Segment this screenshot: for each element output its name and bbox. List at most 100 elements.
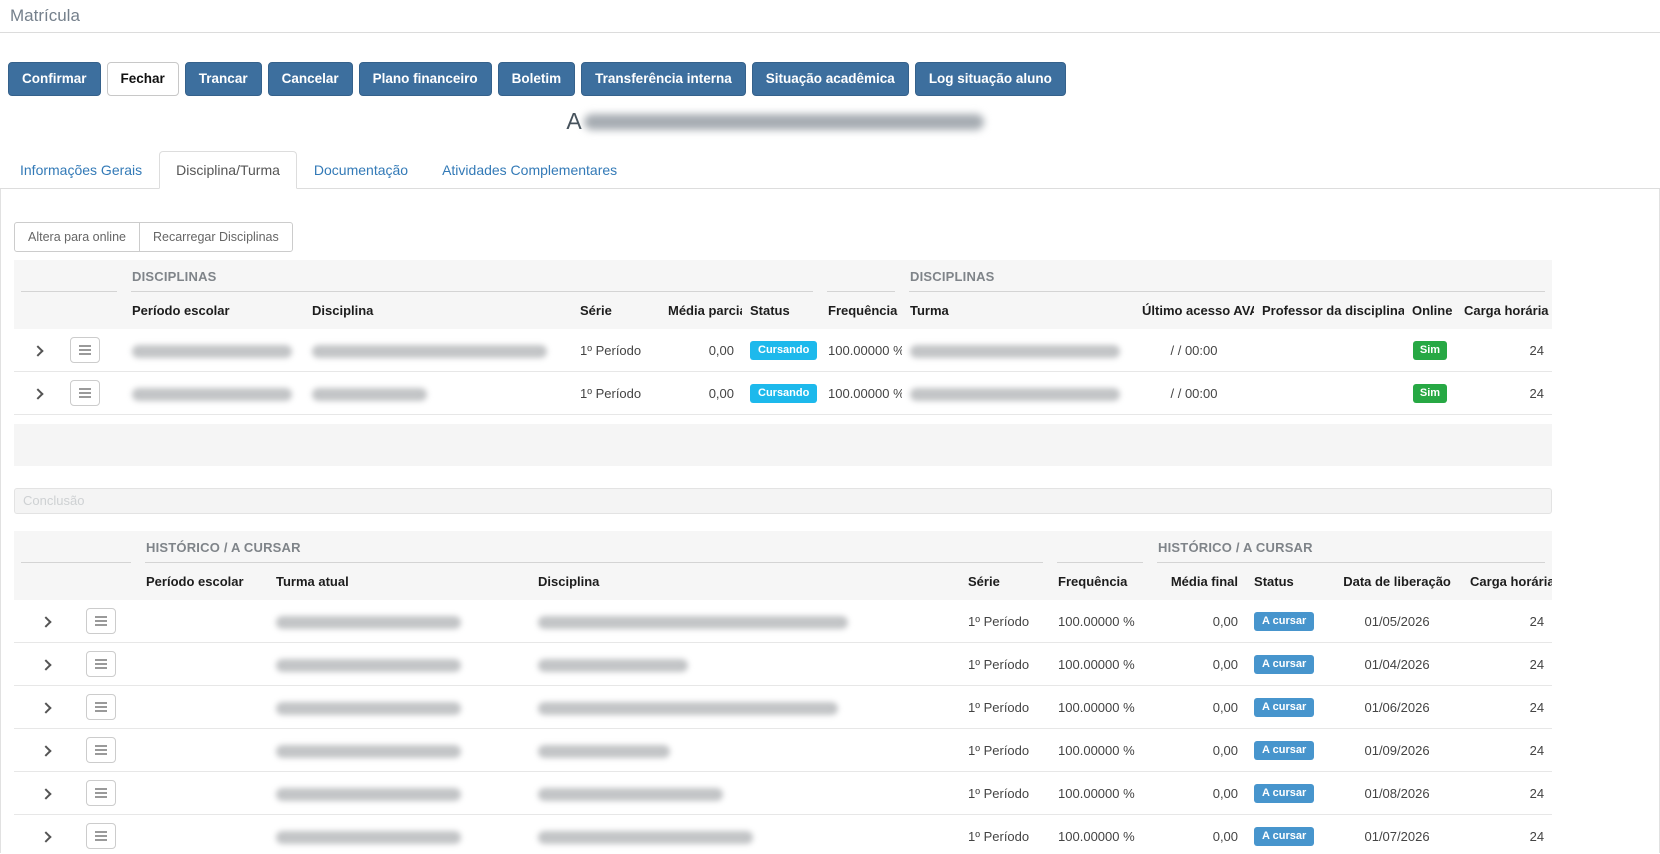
- cell-carga-horaria: 24: [1462, 815, 1552, 853]
- cell-serie: 1º Período: [572, 372, 660, 415]
- hamburger-icon: [95, 659, 107, 669]
- expand-row-icon[interactable]: [40, 616, 51, 627]
- fechar-button[interactable]: Fechar: [107, 62, 179, 96]
- column-header-carga-horaria[interactable]: Carga horária: [1462, 563, 1552, 600]
- situacao-academica-button[interactable]: Situação acadêmica: [752, 62, 909, 96]
- column-header-frequencia[interactable]: Frequência: [1050, 563, 1150, 600]
- cell-carga-horaria: 24: [1456, 372, 1552, 415]
- expand-row-icon[interactable]: [40, 788, 51, 799]
- expand-row-icon[interactable]: [32, 388, 43, 399]
- confirmar-button[interactable]: Confirmar: [8, 62, 101, 96]
- cell-periodo-escolar: [138, 600, 268, 643]
- cell-data-de-liberacao: 01/06/2026: [1332, 686, 1462, 729]
- boletim-button[interactable]: Boletim: [498, 62, 576, 96]
- row-menu-button[interactable]: [86, 737, 116, 763]
- row-menu-button[interactable]: [86, 823, 116, 849]
- column-header-media-parcial[interactable]: Média parcial: [660, 292, 742, 329]
- column-header-disciplina[interactable]: Disciplina: [530, 563, 960, 600]
- expand-row-icon[interactable]: [40, 831, 51, 842]
- expand-row-icon[interactable]: [40, 702, 51, 713]
- status-badge: Cursando: [750, 341, 817, 360]
- redacted-disciplina: [538, 788, 723, 801]
- cell-data-de-liberacao: 01/08/2026: [1332, 772, 1462, 815]
- column-header-frequencia[interactable]: Frequência: [820, 292, 902, 329]
- expand-row-icon[interactable]: [40, 659, 51, 670]
- disciplina-row: 1º Período0,00Cursando100.00000 %/ / 00:…: [14, 372, 1552, 415]
- recarregar-disciplinas-button[interactable]: Recarregar Disciplinas: [139, 222, 293, 252]
- column-header-turma[interactable]: Turma: [902, 292, 1134, 329]
- cell-serie: 1º Período: [960, 772, 1050, 815]
- hamburger-icon: [79, 388, 91, 398]
- student-name: A: [0, 108, 1660, 138]
- column-header-status[interactable]: Status: [742, 292, 820, 329]
- historico-group-header-left: HISTÓRICO / A CURSAR: [138, 531, 1050, 563]
- historico-grid: HISTÓRICO / A CURSAR HISTÓRICO / A CURSA…: [14, 531, 1552, 853]
- cell-periodo-escolar: [138, 815, 268, 853]
- cell-serie: 1º Período: [960, 729, 1050, 772]
- cell-ultimo-acesso-ava: / / 00:00: [1134, 372, 1254, 415]
- cell-data-de-liberacao: 01/05/2026: [1332, 600, 1462, 643]
- cell-professor: [1254, 329, 1404, 372]
- row-menu-button[interactable]: [86, 780, 116, 806]
- row-menu-button[interactable]: [70, 337, 100, 363]
- column-header-carga-horaria[interactable]: Carga horária: [1456, 292, 1552, 329]
- transferencia-interna-button[interactable]: Transferência interna: [581, 62, 746, 96]
- column-header-serie[interactable]: Série: [960, 563, 1050, 600]
- redacted-disciplina: [538, 702, 838, 715]
- disciplinas-column-header-row: Período escolar Disciplina Série Média p…: [14, 292, 1552, 329]
- column-header-data-de-liberacao[interactable]: Data de liberação: [1332, 563, 1462, 600]
- cell-professor: [1254, 372, 1404, 415]
- column-header-serie[interactable]: Série: [572, 292, 660, 329]
- tab-informacoes-gerais[interactable]: Informações Gerais: [3, 151, 159, 189]
- cell-carga-horaria: 24: [1462, 729, 1552, 772]
- cell-periodo-escolar: [138, 643, 268, 686]
- log-situacao-aluno-button[interactable]: Log situação aluno: [915, 62, 1066, 96]
- cell-media-final: 0,00: [1150, 643, 1246, 686]
- status-badge: A cursar: [1254, 827, 1314, 846]
- disciplinas-group-header-row: DISCIPLINAS DISCIPLINAS: [14, 260, 1552, 292]
- column-header-periodo-escolar[interactable]: Período escolar: [124, 292, 304, 329]
- tab-atividades-complementares[interactable]: Atividades Complementares: [425, 151, 634, 189]
- plano-financeiro-button[interactable]: Plano financeiro: [359, 62, 492, 96]
- column-header-online[interactable]: Online: [1404, 292, 1456, 329]
- cell-data-de-liberacao: 01/07/2026: [1332, 815, 1462, 853]
- cell-data-de-liberacao: 01/09/2026: [1332, 729, 1462, 772]
- cell-serie: 1º Período: [960, 815, 1050, 853]
- cell-carga-horaria: 24: [1456, 329, 1552, 372]
- row-menu-button[interactable]: [86, 651, 116, 677]
- column-header-disciplina[interactable]: Disciplina: [304, 292, 572, 329]
- column-header-status[interactable]: Status: [1246, 563, 1332, 600]
- conclusao-section-bar[interactable]: Conclusão: [14, 488, 1552, 514]
- cancelar-button[interactable]: Cancelar: [268, 62, 353, 96]
- cell-media-final: 0,00: [1150, 772, 1246, 815]
- expand-row-icon[interactable]: [32, 345, 43, 356]
- cell-media-parcial: 0,00: [660, 329, 742, 372]
- cell-serie: 1º Período: [572, 329, 660, 372]
- hamburger-icon: [95, 745, 107, 755]
- column-header-media-final[interactable]: Média final: [1150, 563, 1246, 600]
- column-header-periodo-escolar[interactable]: Período escolar: [138, 563, 268, 600]
- status-badge: A cursar: [1254, 612, 1314, 631]
- row-menu-button[interactable]: [86, 608, 116, 634]
- disciplinas-grid: DISCIPLINAS DISCIPLINAS Período escolar …: [14, 260, 1552, 415]
- cell-serie: 1º Período: [960, 600, 1050, 643]
- redacted-disciplina: [538, 745, 670, 758]
- altera-para-online-button[interactable]: Altera para online: [14, 222, 140, 252]
- cell-frequencia: 100.00000 %: [820, 329, 902, 372]
- column-header-turma-atual[interactable]: Turma atual: [268, 563, 530, 600]
- column-header-professor-da-disciplina[interactable]: Professor da disciplina: [1254, 292, 1404, 329]
- disciplinas-footer-band: [14, 424, 1552, 466]
- redacted-disciplina: [538, 831, 753, 844]
- cell-carga-horaria: 24: [1462, 686, 1552, 729]
- redacted-periodo-escolar: [132, 345, 292, 358]
- row-menu-button[interactable]: [70, 380, 100, 406]
- column-header-ultimo-acesso-ava[interactable]: Último acesso AVA: [1134, 292, 1254, 329]
- student-name-redacted: [584, 114, 984, 130]
- trancar-button[interactable]: Trancar: [185, 62, 262, 96]
- tab-documentacao[interactable]: Documentação: [297, 151, 425, 189]
- row-menu-button[interactable]: [86, 694, 116, 720]
- tab-disciplina-turma[interactable]: Disciplina/Turma: [159, 151, 297, 189]
- toolbar: ConfirmarFecharTrancarCancelarPlano fina…: [0, 33, 1660, 96]
- expand-row-icon[interactable]: [40, 745, 51, 756]
- historico-row: 1º Período100.00000 %0,00A cursar01/09/2…: [14, 729, 1552, 772]
